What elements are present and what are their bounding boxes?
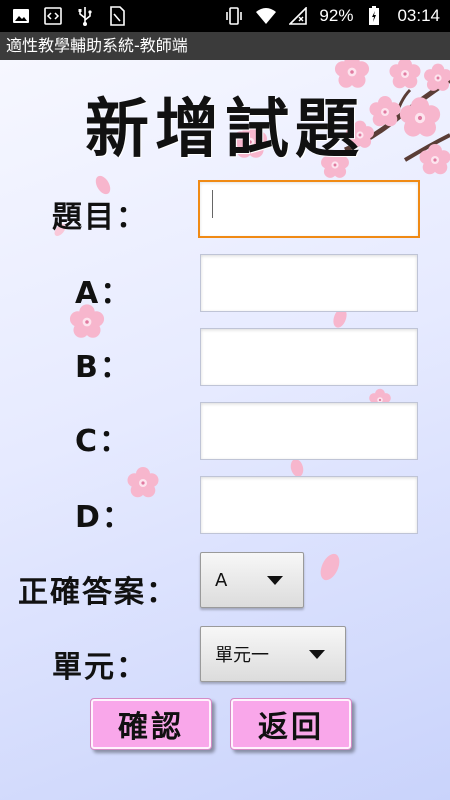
unit-value: 單元一 (215, 645, 269, 666)
code-icon (42, 5, 64, 27)
dropdown-arrow-icon (267, 576, 283, 585)
dropdown-arrow-icon (309, 650, 325, 659)
wifi-icon (255, 5, 277, 27)
image-icon (10, 5, 32, 27)
signal-icon (287, 5, 309, 27)
sim-card-icon (106, 5, 128, 27)
battery-charging-icon (363, 5, 385, 27)
back-button[interactable]: 返回 (230, 698, 352, 750)
option-b-input[interactable] (200, 328, 418, 386)
option-c-label: C： (75, 424, 132, 459)
unit-label: 單元： (52, 650, 148, 685)
status-notifications (10, 5, 128, 27)
confirm-button[interactable]: 確認 (90, 698, 212, 750)
status-bar: 92% 03:14 (0, 0, 450, 32)
usb-icon (74, 5, 96, 27)
app-title-bar: 適性教學輔助系統-教師端 (0, 32, 450, 60)
correct-answer-dropdown[interactable]: A (200, 552, 304, 608)
app-title: 適性教學輔助系統-教師端 (6, 36, 188, 55)
text-cursor (212, 190, 213, 218)
vibrate-icon (223, 5, 245, 27)
status-system: 92% 03:14 (223, 5, 440, 27)
question-label: 題目： (52, 200, 148, 235)
correct-answer-value: A (215, 569, 228, 591)
question-input[interactable] (198, 180, 420, 238)
main-content: 新增試題 題目： A： B： C： D： 正確答案： A 單元： 單元一 確認 … (0, 60, 450, 800)
unit-dropdown[interactable]: 單元一 (200, 626, 346, 682)
option-d-input[interactable] (200, 476, 418, 534)
clock: 03:14 (397, 6, 440, 25)
page-title: 新增試題 (85, 93, 365, 167)
option-b-label: B： (75, 350, 132, 385)
option-a-input[interactable] (200, 254, 418, 312)
battery-percent: 92% (319, 6, 354, 25)
option-a-label: A： (75, 276, 133, 311)
option-d-label: D： (75, 500, 134, 535)
correct-answer-label: 正確答案： (18, 575, 178, 610)
option-c-input[interactable] (200, 402, 418, 460)
